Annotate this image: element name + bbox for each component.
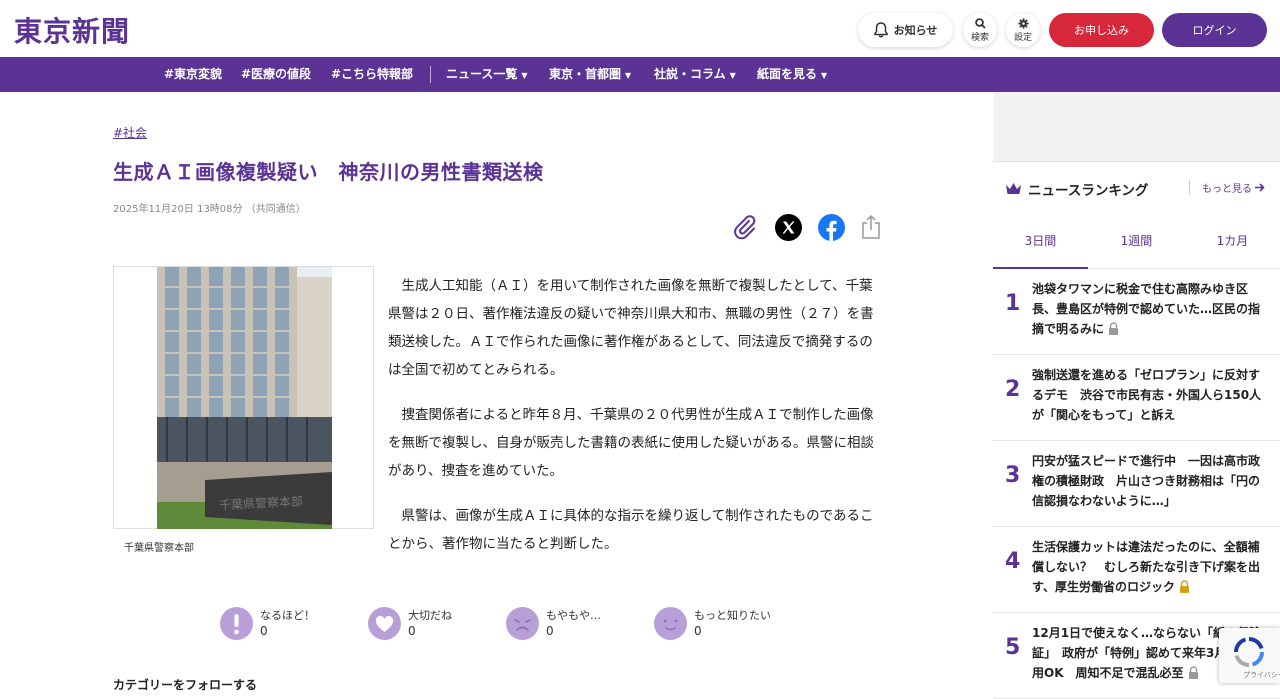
article-main: #社会 生成ＡＩ画像複製疑い 神奈川の男性書類送検 2025年11月20日 13… [0,92,993,695]
reaction-label: もやもや… [546,609,601,622]
rank-number: 4 [1005,549,1021,574]
nav-item-label: 紙面を見る [757,67,818,81]
search-label: 検索 [970,32,989,43]
apply-button[interactable]: お申し込み [1049,13,1154,47]
nav-item-iryou[interactable]: #医療の値段 [241,57,311,92]
nav-item-shimen[interactable]: 紙面を見る ▼ [757,57,827,92]
rank-headline: 生活保護カットは違法だったのに、全額補償しない？ むしろ新たな引き下げ案を出す、… [1032,537,1268,597]
rank-number: 1 [1005,291,1021,316]
share-x-button[interactable] [774,213,802,241]
ranking-tabs: 3日間 1週間 1カ月 [993,223,1280,269]
heart-icon [368,607,401,640]
notice-label: お知らせ [893,24,938,37]
chevron-down-icon: ▼ [625,71,632,80]
lock-icon [1188,666,1198,679]
bell-icon [873,22,888,38]
police-building-image: 千葉県警察本部 [157,267,332,529]
x-logo-icon [774,213,802,241]
share-icon [862,214,880,239]
ranking-title: ニュースランキング [1028,183,1149,199]
follow-category-heading: カテゴリーをフォローする [113,678,258,692]
crown-icon [1006,183,1021,194]
article-photo: 千葉県警察本部 [113,266,374,529]
site-header: 東京新聞 お知らせ 検索 設定 お申し込み ログイン [0,0,1280,57]
reaction-count: 0 [260,624,268,638]
settings-label: 設定 [1013,32,1032,43]
gear-icon [1017,17,1029,29]
nav-item-label: 東京・首都圏 [549,67,622,81]
facebook-icon [817,213,845,241]
reaction-label: もっと知りたい [694,609,771,622]
ranking-heading: ニュースランキング [1005,179,1148,199]
main-nav: #東京変貌 #医療の値段 #こちら特報部 ニュース一覧 ▼ 東京・首都圏 ▼ 社説・… [0,57,1280,92]
article-paragraph: 生成人工知能（ＡＩ）を用いて制作された画像を無断で複製したとして、千葉県警は２０… [388,278,874,378]
sidebar-banner-area [993,92,1280,162]
ranking-item[interactable]: 3 円安が猛スピードで進行中 一因は高市政権の積極財政 片山さつき財務相は「円の… [993,441,1280,527]
recaptcha-badge[interactable]: プライバシー・利用規約 [1219,628,1280,683]
chevron-down-icon: ▼ [821,71,828,80]
article-body: 生成人工知能（ＡＩ）を用いて制作された画像を無断で複製したとして、千葉県警は２０… [388,272,878,575]
nav-item-label: 社説・コラム [654,67,726,81]
article-paragraph: 県警は、画像が生成ＡＩに具体的な指示を繰り返して制作されたものであることから、著… [388,508,874,552]
rank-number: 5 [1005,635,1021,660]
reaction-count: 0 [408,624,416,638]
reaction-bar: なるほど！ 0 大切だね 0 もやもや… 0 もっと知りたい 0 [220,605,840,645]
reaction-count: 0 [546,624,554,638]
share-facebook-button[interactable] [817,213,845,241]
nav-item-tokuhoubu[interactable]: #こちら特報部 [331,57,413,92]
nav-item-news-list[interactable]: ニュース一覧 ▼ [446,57,528,92]
smile-face-icon [654,607,687,640]
reaction-count: 0 [694,624,702,638]
rank-headline-text: 生活保護カットは違法だったのに、全額補償しない？ むしろ新たな引き下げ案を出す、… [1032,540,1261,594]
nav-divider [430,66,431,83]
frown-face-icon [506,607,539,640]
arrow-right-icon [1255,183,1265,192]
chevron-down-icon: ▼ [729,71,736,80]
rank-headline: 円安が猛スピードで進行中 一因は高市政権の積極財政 片山さつき財務相は「円の信認… [1032,454,1261,508]
login-button[interactable]: ログイン [1162,13,1267,47]
search-icon [974,17,986,29]
recaptcha-icon [1234,637,1264,667]
more-label: もっと見る [1202,184,1252,195]
share-more-button[interactable] [857,213,885,241]
article-meta: 2025年11月20日 13時08分 （共同通信） [113,204,306,215]
nav-item-label: ニュース一覧 [446,67,518,81]
search-button[interactable]: 検索 [963,13,997,47]
nav-item-tokyo-shutoken[interactable]: 東京・首都圏 ▼ [549,57,631,92]
nav-item-editorial[interactable]: 社説・コラム ▼ [654,57,736,92]
reaction-label: 大切だね [408,609,452,622]
nav-item-label: #東京変貌 [164,67,223,81]
rank-headline-text: 池袋タワマンに税金で住む高際みゆき区長、豊島区が特例で認めていた…区民の指摘で明… [1032,282,1261,336]
exclamation-face-icon [220,607,253,640]
rank-headline: 強制送還を進める「ゼロプラン」に反対するデモ 渋谷で市民有志・外国人ら150人が… [1032,368,1262,422]
ranking-item[interactable]: 2 強制送還を進める「ゼロプラン」に反対するデモ 渋谷で市民有志・外国人ら150… [993,355,1280,441]
settings-button[interactable]: 設定 [1006,13,1040,47]
notice-button[interactable]: お知らせ [858,13,953,47]
nav-item-tokyo-henbo[interactable]: #東京変貌 [164,57,222,92]
ranking-sidebar: ニュースランキング もっと見る 3日間 1週間 1カ月 1 池袋タワマンに税金で… [993,92,1280,699]
lock-icon [1109,322,1119,335]
ranking-item[interactable]: 1 池袋タワマンに税金で住む高際みゆき区長、豊島区が特例で認めていた…区民の指摘… [993,269,1280,355]
category-tag[interactable]: #社会 [113,124,147,141]
paperclip-icon [734,215,756,240]
photo-caption: 千葉県警察本部 [124,543,194,554]
tab-1month[interactable]: 1カ月 [1185,223,1280,269]
ranking-item[interactable]: 4 生活保護カットは違法だったのに、全額補償しない？ むしろ新たな引き下げ案を出… [993,527,1280,613]
article-paragraph: 捜査関係者によると昨年８月、千葉県の２０代男性が生成ＡＩで制作した画像を無断で複… [388,407,874,479]
recaptcha-text[interactable]: プライバシー・利用規約 [1243,670,1280,680]
tab-3days[interactable]: 3日間 [993,223,1088,269]
chevron-down-icon: ▼ [521,71,528,80]
site-logo[interactable]: 東京新聞 [14,10,130,50]
ranking-more-link[interactable]: もっと見る [1189,180,1265,195]
lock-icon [1180,580,1190,593]
nav-item-label: #医療の値段 [241,67,312,81]
rank-headline: 池袋タワマンに税金で住む高際みゆき区長、豊島区が特例で認めていた…区民の指摘で明… [1032,279,1268,339]
tab-1week[interactable]: 1週間 [1089,223,1184,269]
rank-number: 2 [1005,377,1021,402]
nav-item-label: #こちら特報部 [331,67,414,81]
reaction-label: なるほど！ [260,609,315,622]
article-title: 生成ＡＩ画像複製疑い 神奈川の男性書類送検 [113,160,544,184]
rank-number: 3 [1005,463,1021,488]
copy-link-button[interactable] [731,213,759,241]
